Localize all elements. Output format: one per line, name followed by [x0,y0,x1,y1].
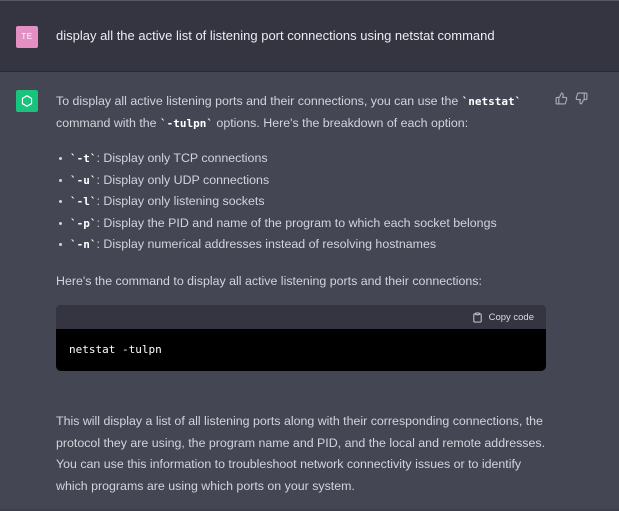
thumbs-up-icon[interactable] [555,92,568,105]
code-content: netstat -tulpn [69,343,162,356]
option-flag: `-l` [70,195,97,208]
thumbs-down-icon[interactable] [575,92,588,105]
user-message-text: display all the active list of listening… [56,28,495,43]
code-block: Copy code netstat -tulpn [56,305,546,371]
intro-paragraph: To display all active listening ports an… [56,91,556,134]
bullet-icon [59,200,62,203]
option-flag: `-u` [70,173,97,187]
option-desc: : Display only TCP connections [96,151,268,165]
bullet-icon [59,178,62,182]
copy-code-label: Copy code [488,311,534,323]
clipboard-icon [472,311,482,323]
assistant-message: To display all active listening ports an… [0,72,619,511]
intro-text-2: command with the [56,115,160,130]
bullet-icon [59,243,62,246]
option-desc: : Display only listening sockets [96,194,265,208]
conclusion-paragraph: This will display a list of all listenin… [56,414,546,493]
inline-code-flags: `-tulpn` [160,116,213,130]
copy-code-button[interactable]: Copy code [472,312,534,323]
list-item: `-p`: Display the PID and name of the pr… [56,213,556,235]
intro-text-1: To display all active listening ports an… [56,94,462,108]
option-desc: : Display the PID and name of the progra… [96,215,497,230]
list-item: `-u`: Display only UDP connections [56,170,556,192]
user-message: TE display all the active list of listen… [0,1,619,72]
list-item: `-t`: Display only TCP connections [56,148,556,170]
intro-text-3: options. Here's the breakdown of each op… [212,115,469,130]
command-intro: Here's the command to display all active… [56,273,482,288]
option-flag: `-p` [70,216,97,230]
bullet-icon [59,157,62,160]
option-flag: `-n` [70,238,97,251]
code-block-header: Copy code [56,305,546,329]
options-list: `-t`: Display only TCP connections `-u`:… [56,148,556,256]
option-flag: `-t` [70,152,97,165]
list-item: `-n`: Display numerical addresses instea… [56,234,556,256]
feedback-buttons [555,92,588,105]
option-desc: : Display only UDP connections [96,172,270,187]
inline-code-netstat: `netstat` [461,95,522,108]
option-desc: : Display numerical addresses instead of… [96,237,437,251]
openai-logo-icon [16,90,38,112]
list-item: `-l`: Display only listening sockets [56,191,556,213]
bullet-icon [59,221,62,225]
user-avatar: TE [16,26,38,48]
assistant-response-body: To display all active listening ports an… [56,91,556,292]
